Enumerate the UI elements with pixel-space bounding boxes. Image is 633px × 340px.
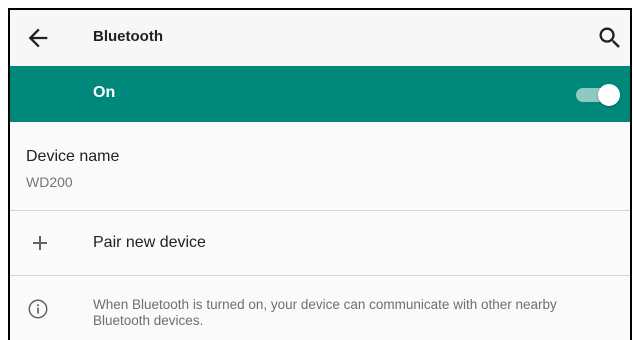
bluetooth-switch[interactable] — [576, 84, 620, 106]
search-icon — [599, 27, 620, 48]
info-icon — [27, 298, 49, 320]
page-title: Bluetooth — [93, 28, 163, 45]
device-name-row[interactable]: Device name WD200 — [10, 122, 630, 210]
device-name-title: Device name — [26, 148, 120, 165]
pair-new-device-row[interactable]: Pair new device — [10, 211, 630, 275]
toolbar: Bluetooth — [10, 10, 630, 66]
search-button[interactable] — [596, 24, 624, 52]
device-name-value: WD200 — [26, 174, 73, 190]
back-button[interactable] — [24, 24, 52, 52]
bluetooth-state-label: On — [93, 84, 116, 101]
bluetooth-toggle-bar[interactable]: On — [10, 66, 630, 122]
switch-thumb — [598, 84, 620, 106]
settings-screen: Bluetooth On Device name WD200 Pair new … — [8, 8, 632, 340]
arrow-back-icon — [28, 28, 48, 48]
bluetooth-info-text: When Bluetooth is turned on, your device… — [93, 297, 557, 328]
bluetooth-info-row: When Bluetooth is turned on, your device… — [10, 276, 630, 340]
pair-new-device-label: Pair new device — [93, 234, 206, 251]
plus-icon — [28, 231, 52, 255]
